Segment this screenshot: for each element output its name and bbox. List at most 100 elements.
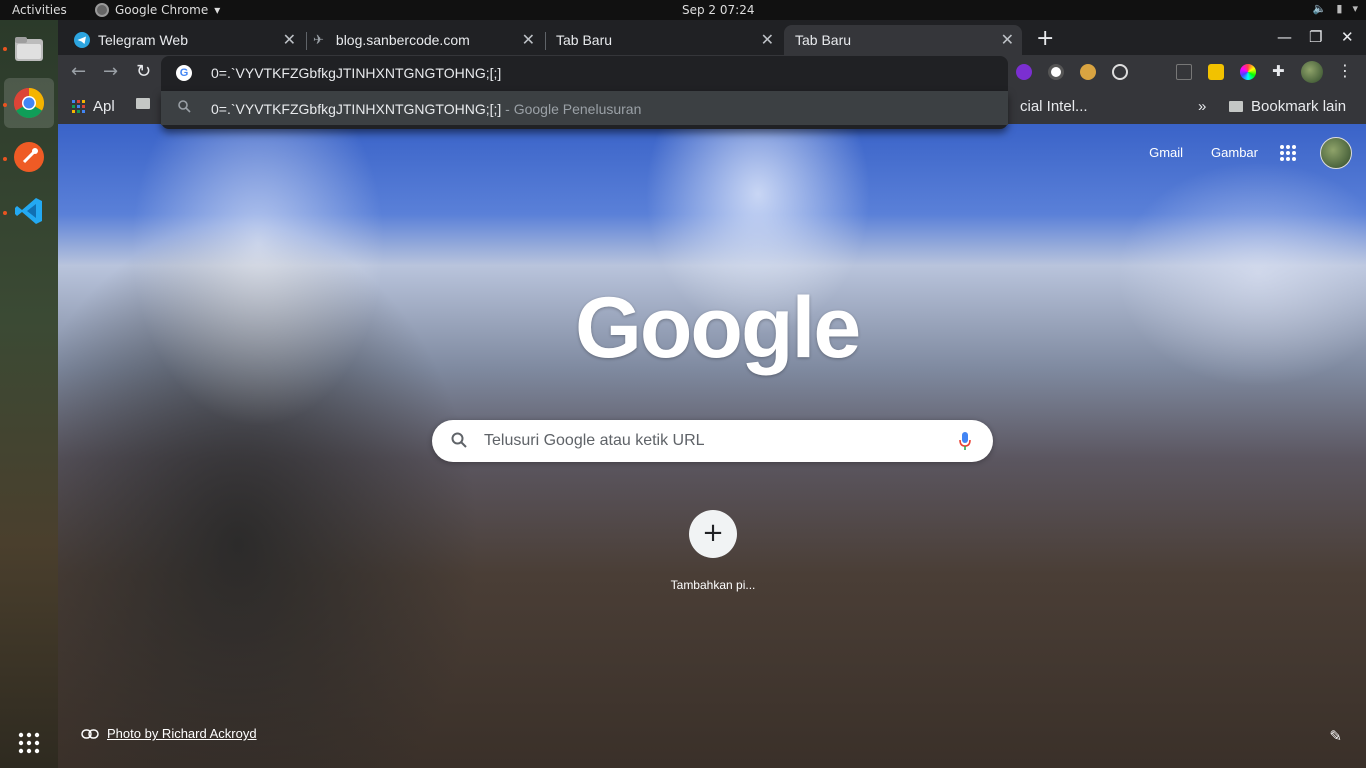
- close-tab-icon[interactable]: ✕: [761, 30, 774, 50]
- cookie-extension-icon[interactable]: [1080, 64, 1096, 80]
- gmail-link[interactable]: Gmail: [1149, 145, 1183, 160]
- bookmark-label: Bookmark lain: [1251, 98, 1347, 115]
- add-shortcut-button[interactable]: +: [689, 510, 737, 558]
- photo-credit[interactable]: Photo by Richard Ackroyd: [81, 726, 257, 741]
- google-apps-button[interactable]: [1279, 144, 1297, 166]
- close-tab-icon[interactable]: ✕: [522, 30, 535, 50]
- profile-avatar[interactable]: [1301, 61, 1323, 83]
- browser-toolbar: ← → ↻ G 0=.`VYVTKFZGbfkgJTINHXNTGNGTOHNG…: [58, 55, 1366, 91]
- suggestion-text: 0=.`VYVTKFZGbfkgJTINHXNTGNGTOHNG;[;] - G…: [211, 101, 641, 117]
- tab-strip: Telegram Web ✕ ✈ blog.sanbercode.com ✕ T…: [58, 20, 1366, 55]
- color-picker-extension-icon[interactable]: [1240, 64, 1256, 80]
- apps-grid-icon: [1280, 145, 1296, 161]
- volume-icon: 🔈: [1312, 2, 1327, 15]
- tab-new-tab-active[interactable]: Tab Baru ✕: [784, 25, 1022, 55]
- bookmark-label: cial Intel...: [1020, 98, 1088, 115]
- suggestion-query: 0=.`VYVTKFZGbfkgJTINHXNTGNGTOHNG;[;]: [211, 101, 502, 117]
- tab-divider: [306, 32, 307, 50]
- extension-icon[interactable]: [1048, 64, 1064, 80]
- microphone-icon[interactable]: [958, 431, 972, 455]
- reload-button[interactable]: ↻: [136, 61, 151, 82]
- show-applications-button[interactable]: [4, 718, 54, 768]
- double-chevron-icon: »: [1198, 98, 1207, 115]
- back-button[interactable]: ←: [71, 61, 86, 82]
- battery-icon: ▮: [1336, 2, 1343, 15]
- running-indicator: [3, 157, 7, 161]
- omnibox-input[interactable]: 0=.`VYVTKFZGbfkgJTINHXNTGNGTOHNG;[;]: [211, 65, 501, 81]
- chrome-small-icon: [95, 3, 109, 17]
- telegram-icon: [74, 32, 90, 48]
- activities-button[interactable]: Activities: [12, 3, 67, 17]
- system-tray[interactable]: 🔈 ▮ ▾: [1313, 2, 1358, 15]
- power-menu-icon: ▾: [1352, 2, 1358, 15]
- omnibox[interactable]: G 0=.`VYVTKFZGbfkgJTINHXNTGNGTOHNG;[;]: [161, 56, 1008, 91]
- clock[interactable]: Sep 2 07:24: [682, 3, 754, 17]
- running-indicator: [3, 47, 7, 51]
- add-shortcut-label: Tambahkan pi...: [670, 578, 756, 592]
- search-icon: [451, 432, 467, 452]
- app-menu[interactable]: Google Chrome ▾: [95, 3, 220, 17]
- ntp-top-links: Gmail Gambar: [1149, 145, 1258, 160]
- search-icon: [178, 100, 191, 116]
- sanbercode-icon: ✈: [313, 32, 324, 47]
- bookmark-apps[interactable]: Apl: [72, 98, 115, 115]
- minimize-button[interactable]: —: [1277, 28, 1292, 46]
- postman-icon: [14, 142, 44, 172]
- system-top-bar: Activities Google Chrome ▾ Sep 2 07:24 🔈…: [0, 0, 1366, 20]
- customize-pencil-icon[interactable]: ✎: [1329, 727, 1342, 745]
- close-window-button[interactable]: ✕: [1341, 28, 1354, 46]
- bookmark-label: Apl: [93, 98, 115, 115]
- chrome-icon: [13, 88, 45, 119]
- files-launcher[interactable]: [4, 24, 54, 74]
- suggestion-suffix: - Google Penelusuran: [501, 101, 642, 117]
- photo-credit-link[interactable]: Photo by Richard Ackroyd: [107, 726, 257, 741]
- images-link[interactable]: Gambar: [1211, 145, 1258, 160]
- chrome-launcher[interactable]: [4, 78, 54, 128]
- running-indicator: [3, 211, 7, 215]
- tab-title: blog.sanbercode.com: [335, 32, 470, 48]
- restore-button[interactable]: ❐: [1309, 28, 1322, 46]
- running-indicator: [3, 103, 7, 107]
- postman-launcher[interactable]: [4, 132, 54, 182]
- google-logo: Google: [575, 280, 861, 376]
- chevron-down-icon: ▾: [214, 3, 221, 17]
- shield-extension-icon[interactable]: [1208, 64, 1224, 80]
- files-icon: [15, 37, 43, 61]
- bookmarks-overflow-button[interactable]: »: [1198, 98, 1206, 115]
- account-avatar[interactable]: [1320, 137, 1352, 169]
- other-bookmarks[interactable]: Bookmark lain: [1229, 98, 1346, 115]
- vscode-icon: [15, 198, 42, 224]
- new-tab-page: Gmail Gambar Google Telusuri Google atau…: [58, 124, 1366, 768]
- extensions-puzzle-icon[interactable]: ✚: [1272, 62, 1288, 80]
- app-name: Google Chrome: [115, 3, 209, 17]
- tab-title: Tab Baru: [795, 32, 852, 48]
- target-extension-icon[interactable]: [1112, 64, 1128, 80]
- new-tab-button[interactable]: +: [1036, 26, 1054, 51]
- tab-title: Tab Baru: [556, 32, 613, 48]
- ntp-search-box[interactable]: Telusuri Google atau ketik URL: [432, 420, 993, 462]
- bookmark-folder[interactable]: [136, 98, 150, 109]
- forward-button[interactable]: →: [103, 61, 118, 82]
- folder-icon: [136, 98, 150, 109]
- tab-new-tab[interactable]: Tab Baru ✕: [548, 25, 782, 55]
- extension-icon[interactable]: [1016, 64, 1032, 80]
- link-icon: [81, 728, 99, 739]
- menu-kebab-icon[interactable]: ⋮: [1337, 61, 1353, 80]
- vscode-launcher[interactable]: [4, 186, 54, 236]
- search-placeholder: Telusuri Google atau ketik URL: [484, 432, 705, 449]
- tab-divider: [545, 32, 546, 50]
- folder-icon: [1229, 101, 1243, 112]
- suggestion-item[interactable]: 0=.`VYVTKFZGbfkgJTINHXNTGNGTOHNG;[;] - G…: [161, 91, 1008, 125]
- apps-grid-icon: [72, 100, 85, 113]
- tab-title: Telegram Web: [98, 32, 189, 48]
- extension-icon[interactable]: [1176, 64, 1192, 80]
- close-tab-icon[interactable]: ✕: [1001, 30, 1014, 50]
- app-grid-icon: [18, 732, 40, 754]
- omnibox-suggestions: 0=.`VYVTKFZGbfkgJTINHXNTGNGTOHNG;[;] - G…: [161, 91, 1008, 129]
- tab-sanbercode[interactable]: ✈ blog.sanbercode.com ✕: [313, 25, 543, 55]
- bookmark-item[interactable]: cial Intel...: [1020, 98, 1088, 115]
- tab-telegram[interactable]: Telegram Web ✕: [74, 25, 304, 55]
- close-tab-icon[interactable]: ✕: [283, 30, 296, 50]
- google-g-icon: G: [176, 65, 192, 81]
- dock: [0, 20, 58, 768]
